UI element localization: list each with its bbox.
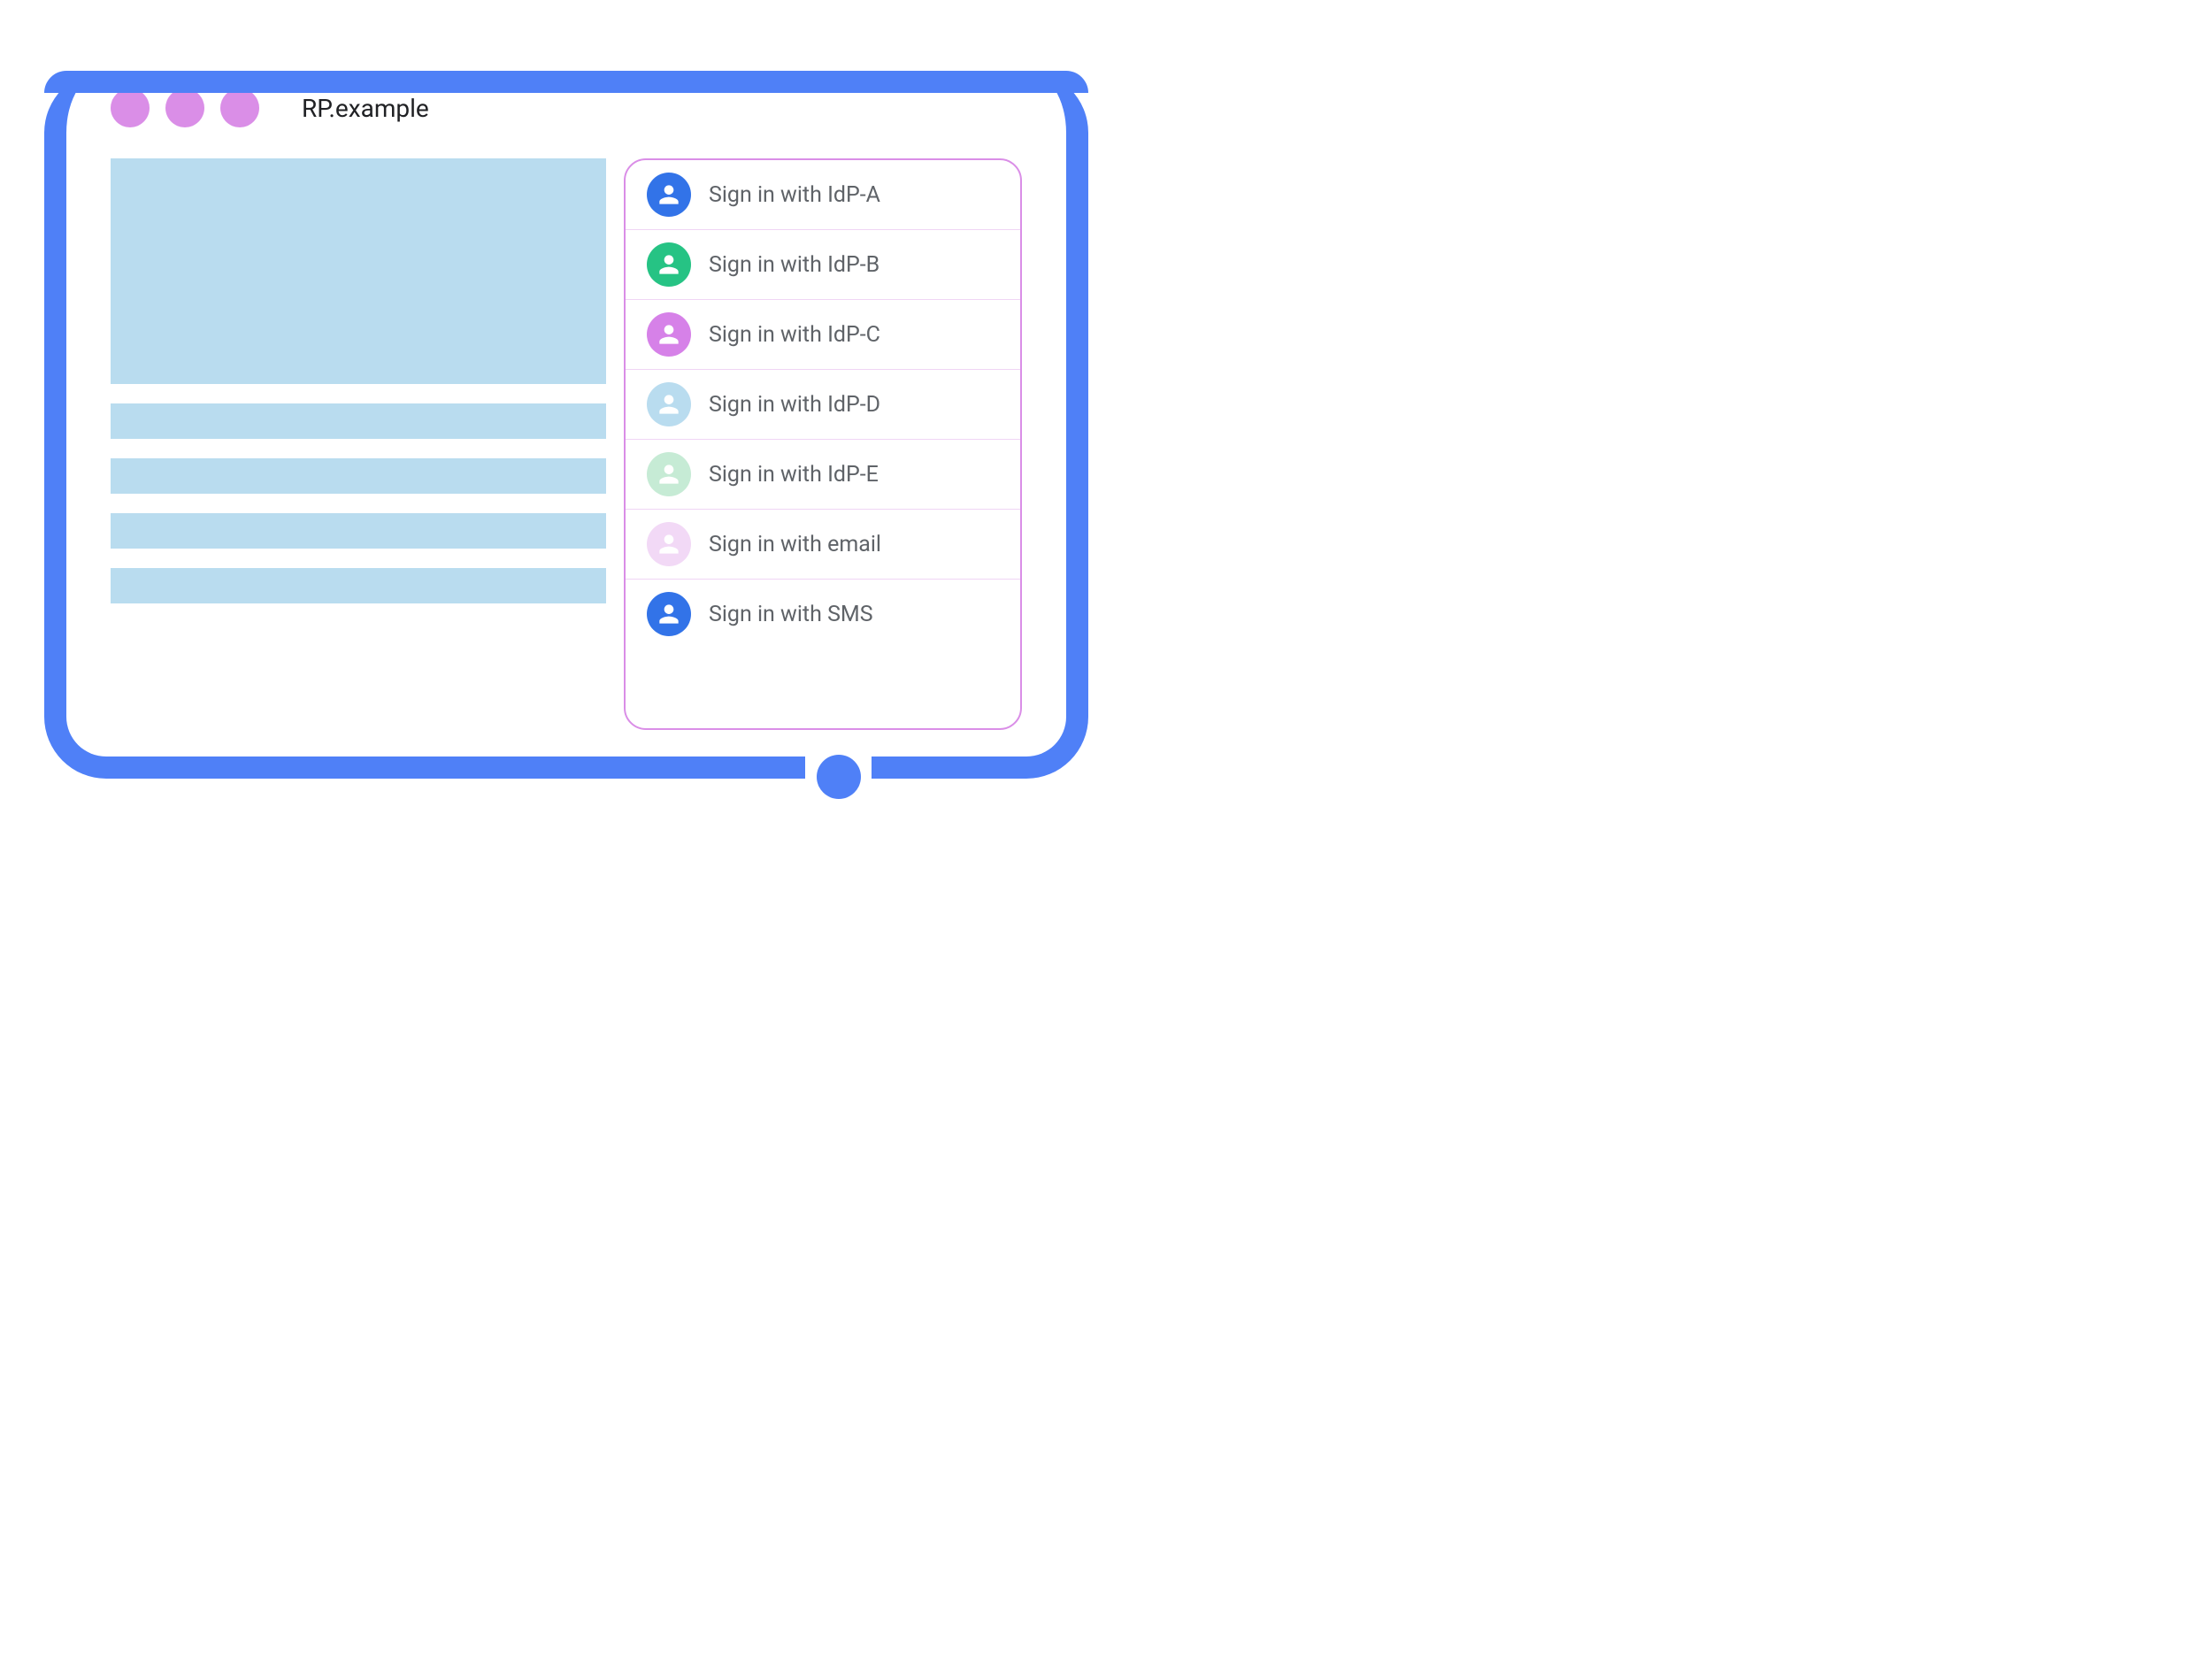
device-frame: RP.example Sign in with IdP-A Sign in wi… — [44, 71, 1088, 779]
browser-window: RP.example Sign in with IdP-A Sign in wi… — [84, 71, 1048, 739]
user-icon — [647, 522, 691, 566]
user-icon — [647, 242, 691, 287]
signin-option-idp-d[interactable]: Sign in with IdP-D — [626, 370, 1020, 440]
user-icon — [647, 382, 691, 426]
signin-option-sms[interactable]: Sign in with SMS — [626, 580, 1020, 649]
signin-panel: Sign in with IdP-A Sign in with IdP-B Si… — [624, 158, 1022, 730]
traffic-light-icon — [111, 88, 150, 127]
main-content — [111, 158, 606, 730]
signin-option-idp-e[interactable]: Sign in with IdP-E — [626, 440, 1020, 510]
user-icon — [647, 173, 691, 217]
address-bar-text: RP.example — [302, 94, 429, 123]
browser-header: RP.example — [111, 88, 1022, 127]
device-home-button — [817, 755, 861, 799]
signin-option-email[interactable]: Sign in with email — [626, 510, 1020, 580]
signin-option-idp-a[interactable]: Sign in with IdP-A — [626, 160, 1020, 230]
user-icon — [647, 452, 691, 496]
traffic-light-icon — [220, 88, 259, 127]
signin-label: Sign in with SMS — [709, 602, 873, 627]
signin-option-idp-c[interactable]: Sign in with IdP-C — [626, 300, 1020, 370]
content-line-placeholder — [111, 458, 606, 494]
signin-label: Sign in with email — [709, 532, 881, 557]
signin-label: Sign in with IdP-D — [709, 392, 880, 418]
content-line-placeholder — [111, 513, 606, 549]
content-line-placeholder — [111, 568, 606, 603]
user-icon — [647, 592, 691, 636]
content-line-placeholder — [111, 403, 606, 439]
content-area: Sign in with IdP-A Sign in with IdP-B Si… — [111, 158, 1022, 730]
signin-option-idp-b[interactable]: Sign in with IdP-B — [626, 230, 1020, 300]
signin-label: Sign in with IdP-A — [709, 182, 880, 208]
traffic-light-icon — [165, 88, 204, 127]
signin-label: Sign in with IdP-C — [709, 322, 880, 348]
signin-label: Sign in with IdP-B — [709, 252, 879, 278]
user-icon — [647, 312, 691, 357]
signin-label: Sign in with IdP-E — [709, 462, 879, 488]
content-hero-placeholder — [111, 158, 606, 384]
